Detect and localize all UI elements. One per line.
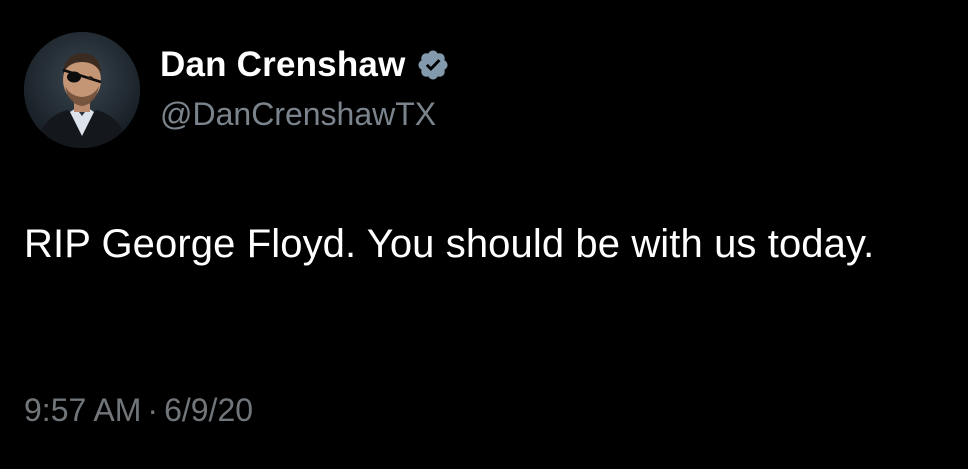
- tweet-metadata: 9:57 AM · 6/9/20: [24, 392, 253, 429]
- avatar-photo-icon: [24, 32, 140, 148]
- author-display-name[interactable]: Dan Crenshaw: [160, 45, 406, 85]
- meta-separator: ·: [147, 392, 159, 428]
- author-name-row: Dan Crenshaw: [160, 42, 450, 88]
- tweet-text: RIP George Floyd. You should be with us …: [24, 222, 875, 266]
- author-avatar[interactable]: [24, 32, 140, 148]
- author-handle[interactable]: @DanCrenshawTX: [160, 96, 436, 133]
- tweet-date[interactable]: 6/9/20: [164, 392, 253, 428]
- tweet-card: Dan Crenshaw @DanCrenshawTX RIP George F…: [0, 0, 968, 469]
- tweet-time[interactable]: 9:57 AM: [24, 392, 141, 428]
- verified-badge-icon[interactable]: [416, 48, 450, 82]
